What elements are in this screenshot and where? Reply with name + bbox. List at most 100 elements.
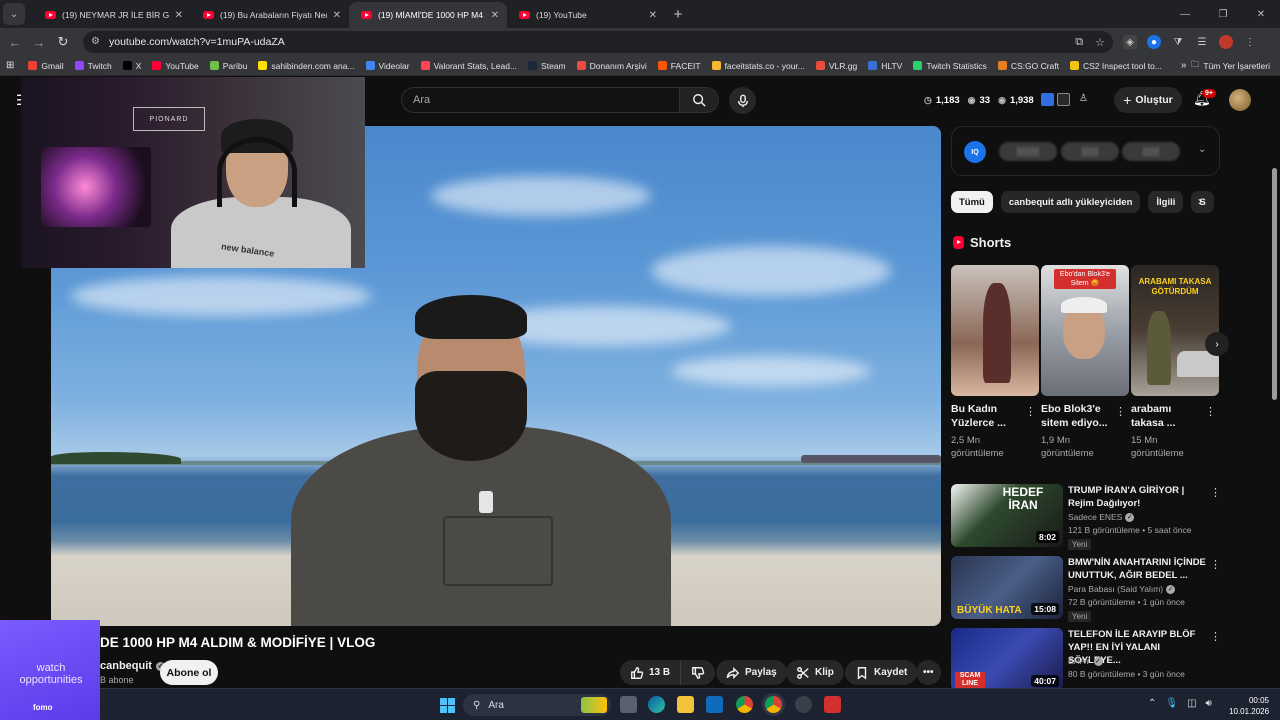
bookmark-item[interactable]: Valorant Stats, Lead... bbox=[420, 61, 517, 71]
short-thumbnail[interactable] bbox=[951, 265, 1039, 396]
more-actions-button[interactable]: ••• bbox=[916, 660, 941, 685]
more-vertical-icon[interactable]: ⋮ bbox=[1205, 405, 1216, 418]
bookmark-item[interactable]: Twitch bbox=[74, 61, 112, 71]
video-thumbnail[interactable]: HEDEF İRAN 8:02 bbox=[951, 484, 1063, 547]
more-vertical-icon[interactable]: ⋮ bbox=[1210, 558, 1221, 571]
short-title[interactable]: Ebo Blok3'e sitem ediyo... bbox=[1041, 402, 1113, 430]
fomo-overlay[interactable]: watch opportunities fomo bbox=[0, 620, 100, 720]
forward-icon[interactable]: → bbox=[27, 35, 51, 50]
trophy-icon[interactable]: ♙ bbox=[1079, 93, 1092, 106]
bookmark-item[interactable]: FACEIT bbox=[657, 61, 701, 71]
more-vertical-icon[interactable]: ⋮ bbox=[1025, 405, 1036, 418]
bookmark-item[interactable]: Videolar bbox=[365, 61, 410, 71]
bookmark-item[interactable]: CS:GO Craft bbox=[997, 61, 1059, 71]
bookmark-item[interactable]: X bbox=[122, 61, 141, 71]
bookmark-item[interactable]: Donanım Arşivi bbox=[576, 61, 647, 71]
share-button[interactable]: Paylaş bbox=[716, 660, 787, 685]
browser-menu-icon[interactable]: ⋮ bbox=[1243, 35, 1257, 49]
chrome-active-icon[interactable] bbox=[765, 696, 782, 713]
channel-name-text[interactable]: Para Babası (Said Yalım) bbox=[1068, 584, 1163, 594]
steam-icon[interactable] bbox=[795, 696, 812, 713]
bookmark-item[interactable]: Paribu bbox=[209, 61, 247, 71]
tab-close-icon[interactable]: ✕ bbox=[649, 10, 657, 21]
bookmark-item[interactable]: VLR.gg bbox=[815, 61, 857, 71]
extension-icon[interactable] bbox=[1041, 93, 1054, 106]
new-tab-button[interactable]: + bbox=[667, 3, 689, 25]
short-card[interactable]: ARABAMI TAKASA GÖTÜRDÜM arabamı takasa .… bbox=[1131, 265, 1219, 460]
clip-button[interactable]: Klip bbox=[786, 660, 844, 685]
windows-start-icon[interactable] bbox=[440, 698, 455, 713]
task-view-icon[interactable] bbox=[620, 696, 637, 713]
bookmark-item[interactable]: Twitch Statistics bbox=[913, 61, 987, 71]
more-vertical-icon[interactable]: ⋮ bbox=[1210, 486, 1221, 499]
install-app-icon[interactable]: ⧉ bbox=[1075, 36, 1083, 49]
browser-tab-active[interactable]: (19) MİAMİ'DE 1000 HP M4 ALDIM ✕ bbox=[349, 2, 507, 28]
more-vertical-icon[interactable]: ⋮ bbox=[1210, 630, 1221, 643]
chrome-icon[interactable] bbox=[736, 696, 753, 713]
chevron-right-icon[interactable]: › bbox=[1198, 194, 1202, 208]
recommended-video[interactable]: SCAM LINE 40:07 TELEFON İLE ARAYIP BLÖF … bbox=[951, 628, 1221, 692]
all-bookmarks-button[interactable]: 🗀 Tüm Yer İşaretleri bbox=[1191, 59, 1270, 73]
file-explorer-icon[interactable] bbox=[677, 696, 694, 713]
taskbar-search[interactable]: ⚲ Ara bbox=[463, 694, 611, 716]
video-thumbnail[interactable]: SCAM LINE 40:07 bbox=[951, 628, 1063, 691]
channel-name[interactable]: Sadece ENES ✓ bbox=[1068, 512, 1135, 522]
extensions-puzzle-icon[interactable]: ⧩ bbox=[1171, 35, 1185, 49]
create-button[interactable]: + Oluştur bbox=[1114, 87, 1182, 113]
channel-name-text[interactable]: canbequit bbox=[100, 660, 152, 672]
short-card[interactable]: Bu Kadın Yüzlerce ... 2,5 Mn görüntüleme… bbox=[951, 265, 1039, 460]
user-avatar[interactable] bbox=[1229, 89, 1251, 111]
bookmark-item[interactable]: Steam bbox=[528, 61, 566, 71]
chip-from-uploader[interactable]: canbequit adlı yükleyiciden bbox=[1000, 191, 1141, 213]
channel-name[interactable]: Para Babası (Said Yalım) ✓ bbox=[1068, 584, 1176, 594]
voice-search-button[interactable] bbox=[729, 87, 756, 114]
blurred-pill[interactable]: ▒▒▒▒ bbox=[999, 142, 1057, 161]
profile-avatar-icon[interactable] bbox=[1219, 35, 1233, 49]
bookmark-item[interactable]: Gmail bbox=[28, 61, 64, 71]
back-icon[interactable]: ← bbox=[3, 35, 27, 50]
bookmark-item[interactable]: sahibinden.com ana... bbox=[258, 61, 355, 71]
chip-all[interactable]: Tümü bbox=[951, 191, 993, 213]
bookmark-item[interactable]: faceitstats.co - your... bbox=[711, 61, 805, 71]
chevron-down-icon[interactable]: ⌄ bbox=[1198, 144, 1206, 155]
blurred-pill[interactable]: ▒▒▒ bbox=[1061, 142, 1119, 161]
short-thumbnail[interactable]: Ebo'dan Blok3'e Sitem 😡 bbox=[1041, 265, 1129, 396]
channel-name-text[interactable]: Sadece ENES bbox=[1068, 512, 1122, 522]
network-icon[interactable]: ◫ bbox=[1187, 698, 1196, 709]
short-title[interactable]: Bu Kadın Yüzlerce ... bbox=[951, 402, 1023, 430]
bookmarks-overflow-icon[interactable]: » bbox=[1181, 60, 1187, 71]
channel-name-text[interactable]: ERAY bbox=[1068, 656, 1091, 666]
tab-search-button[interactable]: ⌄ bbox=[3, 3, 25, 25]
maximize-icon[interactable]: ❐ bbox=[1204, 9, 1242, 20]
tab-close-icon[interactable]: ✕ bbox=[333, 10, 341, 21]
browser-tab[interactable]: (19) YouTube ✕ bbox=[507, 2, 665, 28]
chip-partial[interactable]: S bbox=[1191, 191, 1214, 213]
blurred-pill[interactable]: ▒▒▒ bbox=[1122, 142, 1180, 161]
browser-tab[interactable]: (19) NEYMAR JR İLE BİR GÜN GEÇİRDİM ✕ bbox=[33, 2, 191, 28]
reload-icon[interactable]: ↻ bbox=[51, 34, 75, 50]
extension-icon[interactable] bbox=[1057, 93, 1070, 106]
subscribe-button[interactable]: Abone ol bbox=[160, 660, 218, 685]
recommended-video[interactable]: HEDEF İRAN 8:02 TRUMP İRAN'A GİRİYOR | R… bbox=[951, 484, 1221, 550]
bookmark-item[interactable]: YouTube bbox=[152, 61, 199, 71]
extension-icon[interactable]: ◈ bbox=[1123, 35, 1137, 49]
dislike-button[interactable] bbox=[681, 660, 716, 685]
chip-related[interactable]: İlgili bbox=[1148, 191, 1184, 213]
like-button[interactable]: 13 B bbox=[620, 660, 682, 685]
close-window-icon[interactable]: ✕ bbox=[1242, 9, 1280, 20]
bookmark-item[interactable]: HLTV bbox=[868, 61, 902, 71]
recommended-video[interactable]: BÜYÜK HATA 15:08 BMW'NİN ANAHTARINI İÇİN… bbox=[951, 556, 1221, 622]
more-vertical-icon[interactable]: ⋮ bbox=[1115, 405, 1126, 418]
bookmark-star-icon[interactable]: ☆ bbox=[1095, 36, 1105, 49]
taskbar-clock[interactable]: 00:05 10.01.2026 bbox=[1229, 695, 1269, 717]
minimize-icon[interactable]: — bbox=[1166, 9, 1204, 20]
short-card[interactable]: Ebo'dan Blok3'e Sitem 😡 Ebo Blok3'e site… bbox=[1041, 265, 1129, 460]
page-scrollbar[interactable] bbox=[1272, 168, 1277, 400]
search-input[interactable]: Ara bbox=[401, 87, 679, 113]
short-thumbnail[interactable]: ARABAMI TAKASA GÖTÜRDÜM bbox=[1131, 265, 1219, 396]
app-icon[interactable] bbox=[824, 696, 841, 713]
channel-name[interactable]: ERAY ✓ bbox=[1068, 656, 1103, 666]
edge-icon[interactable] bbox=[648, 696, 665, 713]
address-bar[interactable]: ⚙ youtube.com/watch?v=1muPA-udaZA ⧉ ☆ bbox=[83, 31, 1113, 53]
volume-icon[interactable]: 🔊︎ bbox=[1206, 698, 1212, 709]
